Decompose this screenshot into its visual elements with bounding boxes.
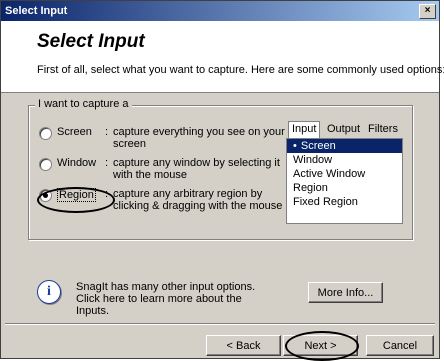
tab-filters[interactable]: Filters — [365, 122, 401, 137]
screen-desc: capture everything you see on your scree… — [113, 126, 285, 150]
dialog-window: Select Input × Select Input First of all… — [0, 0, 444, 361]
window-desc: capture any window by selecting it with … — [113, 157, 280, 181]
more-info-button[interactable]: More Info... — [308, 282, 383, 303]
window-title: Select Input — [5, 5, 68, 17]
window-label: Window — [57, 157, 97, 169]
list-item[interactable]: Fixed Region — [287, 195, 402, 209]
tab-row: Input Output Filters — [286, 121, 403, 139]
region-desc: capture any arbitrary region by clicking… — [113, 188, 283, 212]
group-label: I want to capture a — [35, 98, 132, 110]
page-subtitle: First of all, select what you want to ca… — [37, 64, 444, 76]
back-button[interactable]: < Back — [206, 335, 281, 356]
info-icon: i — [37, 280, 61, 304]
tab-input[interactable]: Input — [288, 121, 321, 139]
info-text: SnagIt has many other input options. Cli… — [76, 281, 256, 317]
footer-divider — [5, 323, 435, 325]
header-panel: Select Input First of all, select what y… — [1, 21, 444, 93]
highlight-oval-region — [37, 187, 115, 213]
window-radio[interactable] — [39, 158, 52, 171]
list-item[interactable]: Screen — [287, 139, 402, 153]
page-title: Select Input — [37, 31, 145, 52]
list-item[interactable]: Active Window — [287, 167, 402, 181]
highlight-oval-next — [285, 331, 359, 361]
close-icon[interactable]: × — [419, 4, 436, 19]
list-item[interactable]: Region — [287, 181, 402, 195]
tab-output[interactable]: Output — [324, 122, 363, 137]
cancel-button[interactable]: Cancel — [366, 335, 434, 356]
list-item[interactable]: Window — [287, 153, 402, 167]
screen-radio[interactable] — [39, 127, 52, 140]
screen-label: Screen — [57, 126, 92, 138]
title-bar: Select Input × — [1, 1, 439, 21]
input-list: Screen Window Active Window Region Fixed… — [286, 138, 403, 224]
